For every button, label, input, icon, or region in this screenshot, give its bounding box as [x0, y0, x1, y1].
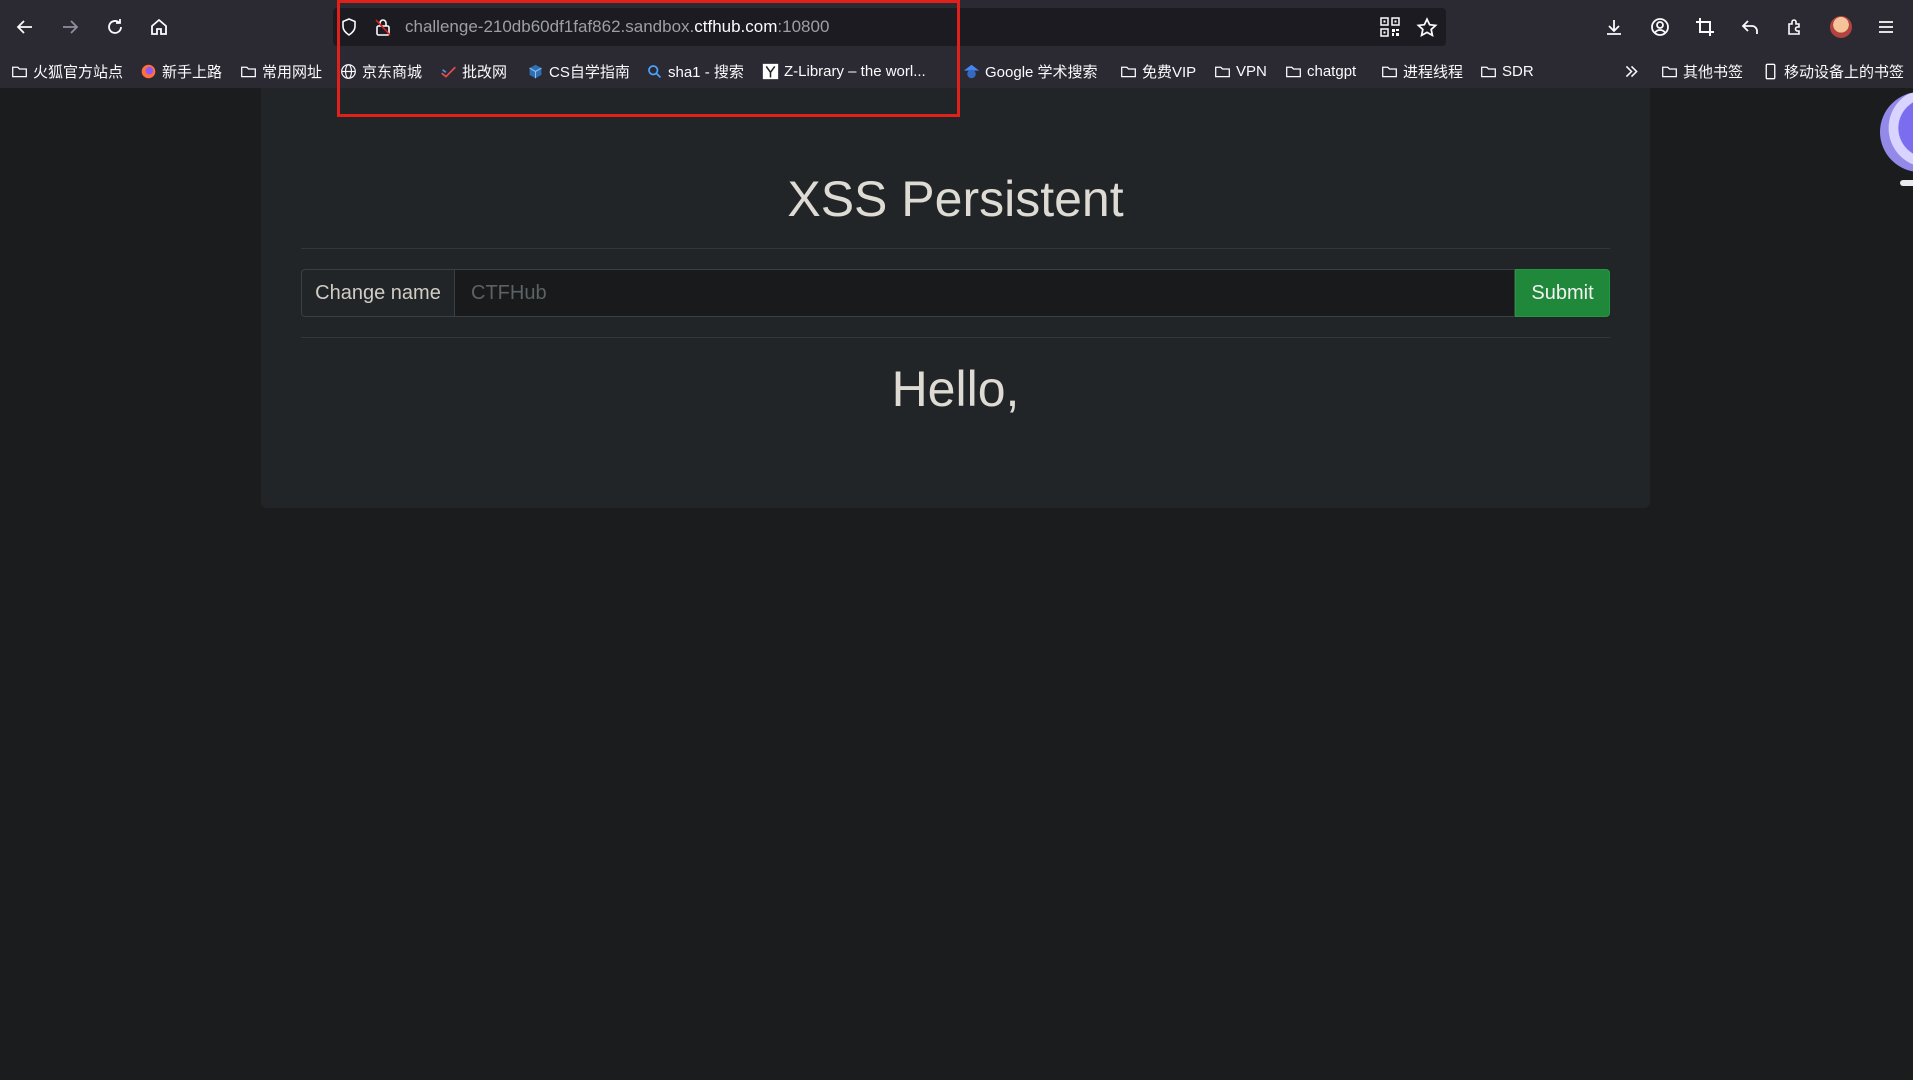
bookmark-label: 常用网址 — [262, 63, 323, 81]
divider — [301, 337, 1610, 338]
hamburger-menu-icon — [1879, 21, 1893, 33]
bookmark-star-icon[interactable] — [1416, 17, 1438, 39]
bookmark-label: Z-Library – the worl... — [784, 62, 926, 80]
bookmark-item[interactable]: 进程线程 — [1381, 60, 1463, 82]
browser-toolbar: challenge-210db60df1faf862.sandbox.ctfhu… — [0, 0, 1913, 54]
bookmarks-toolbar: 火狐官方站点 新手上路 常用网址 京东商城 批改网 CS自学指南 sha1 - … — [0, 54, 1913, 88]
submit-button[interactable]: Submit — [1515, 269, 1610, 317]
pigai-icon — [440, 63, 457, 80]
back-button[interactable] — [10, 12, 40, 42]
url-prefix: challenge-210db60df1faf862.sandbox. — [405, 17, 695, 36]
bookmark-item[interactable]: chatgpt — [1285, 60, 1356, 82]
undo-icon — [1741, 20, 1758, 34]
globe-icon — [340, 63, 357, 80]
bookmark-label: 京东商城 — [362, 63, 423, 81]
bookmark-label: 进程线程 — [1403, 63, 1464, 81]
bookmark-label: 移动设备上的书签 — [1784, 63, 1905, 81]
back-arrow-icon — [16, 20, 32, 34]
undo-button[interactable] — [1735, 12, 1765, 42]
screenshot-button[interactable] — [1690, 12, 1720, 42]
bookmark-item[interactable]: 批改网 — [440, 60, 507, 82]
puzzle-icon — [1788, 19, 1800, 35]
profile-button[interactable] — [1826, 12, 1856, 42]
folder-icon — [1480, 63, 1497, 80]
url-domain: ctfhub.com — [694, 17, 778, 36]
crop-icon — [1696, 18, 1714, 36]
bookmark-item[interactable]: SDR — [1480, 60, 1534, 82]
firefox-icon — [140, 63, 157, 80]
forward-arrow-icon — [63, 20, 79, 34]
url-bar[interactable]: challenge-210db60df1faf862.sandbox.ctfhu… — [333, 8, 1446, 46]
bookmark-label: sha1 - 搜索 — [668, 63, 744, 81]
home-icon — [151, 18, 167, 35]
greeting-text: Hello, — [891, 361, 1020, 417]
bookmark-label: 新手上路 — [162, 63, 223, 81]
change-name-label: Change name — [301, 269, 454, 317]
bookmark-label: 免费VIP — [1142, 63, 1197, 81]
download-icon — [1607, 20, 1621, 35]
name-input[interactable] — [454, 269, 1515, 317]
divider — [301, 248, 1610, 249]
downloads-button[interactable] — [1599, 12, 1629, 42]
bookmark-label: CS自学指南 — [549, 63, 630, 81]
mobile-bookmarks-folder[interactable]: 移动设备上的书签 — [1762, 60, 1904, 82]
menu-button[interactable] — [1871, 12, 1901, 42]
reload-button[interactable] — [100, 12, 130, 42]
bookmarks-overflow-button[interactable] — [1623, 60, 1640, 82]
extensions-button[interactable] — [1780, 12, 1810, 42]
bookmark-item[interactable]: 新手上路 — [140, 60, 222, 82]
bookmark-item[interactable]: sha1 - 搜索 — [646, 60, 744, 82]
page-title: XSS Persistent — [787, 171, 1124, 227]
avatar-icon — [1830, 16, 1852, 38]
folder-icon — [1381, 63, 1398, 80]
bookmark-label: VPN — [1236, 62, 1267, 80]
tracking-shield-icon[interactable] — [339, 17, 359, 37]
bookmark-item[interactable]: 常用网址 — [240, 60, 322, 82]
bookmark-label: 其他书签 — [1683, 63, 1744, 81]
insecure-lock-icon[interactable] — [373, 17, 393, 37]
bookmark-label: 批改网 — [462, 63, 508, 81]
account-button[interactable] — [1645, 12, 1675, 42]
url-text[interactable]: challenge-210db60df1faf862.sandbox.ctfhu… — [405, 17, 829, 37]
folder-icon — [1120, 63, 1137, 80]
bookmark-label: 火狐官方站点 — [33, 63, 124, 81]
reload-icon — [108, 19, 122, 34]
folder-icon — [240, 63, 257, 80]
bookmark-item[interactable]: 火狐官方站点 — [11, 60, 123, 82]
zlibrary-icon — [762, 63, 779, 80]
floating-assistant-stand — [1900, 180, 1913, 186]
bookmark-item[interactable]: Z-Library – the worl... — [762, 60, 926, 82]
folder-icon — [11, 63, 28, 80]
bookmark-label: chatgpt — [1307, 62, 1357, 80]
cube-icon — [527, 63, 544, 80]
forward-button[interactable] — [55, 12, 85, 42]
qr-code-icon[interactable] — [1380, 17, 1400, 37]
account-icon — [1651, 18, 1669, 36]
url-port: :10800 — [777, 17, 830, 36]
bookmark-label: Google 学术搜索 — [985, 63, 1098, 81]
floating-assistant-icon[interactable] — [1880, 92, 1913, 172]
folder-icon — [1661, 63, 1678, 80]
google-scholar-icon — [963, 63, 980, 80]
content-card: XSS Persistent Change name Submit Hello, — [261, 88, 1650, 508]
mobile-device-icon — [1762, 63, 1779, 80]
other-bookmarks-folder[interactable]: 其他书签 — [1661, 60, 1743, 82]
bookmark-label: SDR — [1502, 62, 1534, 80]
search-icon — [646, 63, 663, 80]
chevron-double-right-icon — [1623, 63, 1640, 80]
bookmark-item[interactable]: Google 学术搜索 — [963, 60, 1098, 82]
home-button[interactable] — [144, 12, 174, 42]
bookmark-item[interactable]: CS自学指南 — [527, 60, 630, 82]
folder-icon — [1285, 63, 1302, 80]
bookmark-item[interactable]: 京东商城 — [340, 60, 422, 82]
bookmark-item[interactable]: VPN — [1214, 60, 1267, 82]
folder-icon — [1214, 63, 1231, 80]
bookmark-item[interactable]: 免费VIP — [1120, 60, 1196, 82]
change-name-form: Change name Submit — [301, 269, 1610, 317]
